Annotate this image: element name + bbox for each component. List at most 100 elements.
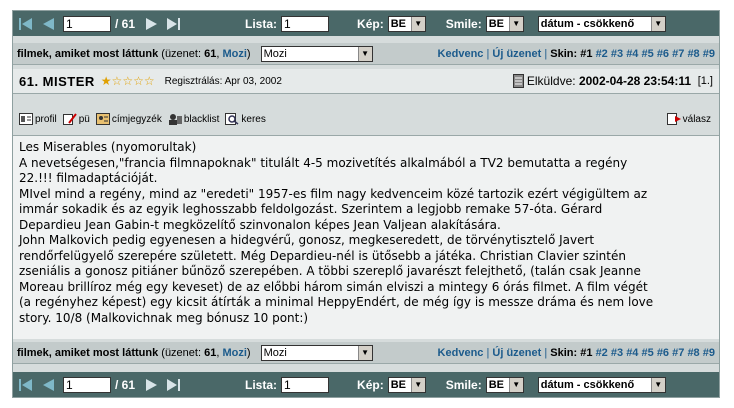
last-page-icon[interactable] (165, 377, 183, 393)
skin-link-3[interactable]: #3 (611, 48, 623, 60)
rating-stars: ★☆☆☆☆ (100, 74, 155, 88)
chevron-down-icon: ▼ (357, 46, 372, 61)
profile-button[interactable]: profil (19, 113, 57, 125)
post-toolbar: profil pü címjegyzék blacklist keres vál… (13, 111, 719, 127)
post-line: rendőrfelügyelő szerepére született. Még… (19, 248, 626, 263)
chevron-down-icon: ▼ (650, 16, 665, 31)
reply-icon (666, 113, 681, 125)
bottom-nav-bar: / 61 Lista: Kép: BE▼ Smile: BE▼ dátum - … (13, 372, 719, 397)
skin-link-4[interactable]: #4 (626, 48, 638, 60)
chevron-down-icon: ▼ (410, 377, 425, 392)
new-message-link[interactable]: Új üzenet (492, 48, 541, 60)
smile-select[interactable]: BE ▼ (485, 15, 524, 32)
post-line: immár sokadik és az egyik leghosszabb fe… (19, 202, 603, 216)
mozi-link[interactable]: Mozi (222, 347, 246, 359)
skin-link-6[interactable]: #6 (657, 48, 669, 60)
post-line: Les Miserables (nyomorultak) (19, 140, 197, 154)
skin-label: Skin: (550, 346, 578, 359)
kep-label: Kép: (357, 16, 384, 31)
skin-link-8[interactable]: #8 (687, 48, 699, 60)
address-book-button[interactable]: címjegyzék (95, 113, 162, 125)
lista-input[interactable] (281, 376, 330, 393)
kep-select[interactable]: BE ▼ (387, 15, 426, 32)
page-number-input[interactable] (63, 15, 111, 32)
category-select[interactable]: Mozi ▼ (260, 344, 373, 361)
chevron-down-icon: ▼ (650, 377, 665, 392)
skin-link-2[interactable]: #2 (596, 48, 608, 60)
skin-link-8[interactable]: #8 (687, 347, 699, 359)
topic-links: Kedvenc | Új üzenet | Skin: #1 #2 #3 #4 … (437, 47, 715, 60)
skin-link-9[interactable]: #9 (703, 48, 715, 60)
lista-input[interactable] (281, 15, 330, 32)
skin-link-9[interactable]: #9 (703, 347, 715, 359)
skin-label: Skin: (550, 47, 578, 60)
post-line: story. 10/8 (Malkovichnak meg bónusz 10 … (19, 310, 309, 325)
post-body: Les Miserables (nyomorultak) A nevetsége… (13, 135, 719, 339)
kedvenc-link[interactable]: Kedvenc (438, 347, 484, 359)
post-line: Depardieu Jean Gabin-t megközelítő szinv… (19, 217, 501, 232)
post-line: (a regényhez képest) egy kicsit átírták … (19, 295, 654, 309)
topic-title: filmek, amiket most láttunk (üzenet: 61,… (17, 47, 251, 60)
skin-link-5[interactable]: #5 (642, 48, 654, 60)
kedvenc-link[interactable]: Kedvenc (438, 48, 484, 60)
next-page-icon[interactable] (143, 377, 161, 393)
forum-frame: / 61 Lista: Kép: BE▼ Smile: BE▼ dátum - … (12, 10, 720, 398)
sort-select[interactable]: dátum - csökkenő ▼ (537, 15, 666, 32)
top-nav-bar: / 61 Lista: Kép: BE▼ Smile: BE▼ dátum - … (13, 11, 719, 36)
skin-link-7[interactable]: #7 (672, 347, 684, 359)
skin-link-7[interactable]: #7 (672, 48, 684, 60)
page-number-input[interactable] (63, 376, 111, 393)
sort-select[interactable]: dátum - csökkenő ▼ (537, 376, 666, 393)
skin-link-1[interactable]: #1 (580, 347, 592, 359)
lista-label: Lista: (245, 377, 278, 392)
smile-label: Smile: (445, 377, 482, 392)
skin-link-4[interactable]: #4 (626, 347, 638, 359)
new-message-link[interactable]: Új üzenet (492, 347, 541, 359)
skin-link-3[interactable]: #3 (611, 347, 623, 359)
post-header: 61. MISTER ★☆☆☆☆ Regisztrálás: Apr 03, 2… (13, 69, 719, 94)
first-page-icon[interactable] (17, 377, 35, 393)
search-button[interactable]: keres (225, 113, 266, 125)
address-book-icon (95, 113, 110, 125)
prev-page-icon[interactable] (39, 16, 57, 32)
skin-link-1[interactable]: #1 (580, 48, 592, 60)
pencil-icon (62, 113, 77, 125)
topic-links: Kedvenc | Új üzenet | Skin: #1 #2 #3 #4 … (437, 346, 715, 359)
post-line: A nevetségesen,"francia filmnapoknak" ti… (19, 155, 628, 170)
next-page-icon[interactable] (143, 16, 161, 32)
reply-button[interactable]: válasz (666, 113, 711, 125)
skin-link-6[interactable]: #6 (657, 347, 669, 359)
post-author[interactable]: 61. MISTER (19, 74, 95, 89)
blacklist-icon (168, 113, 182, 125)
skin-link-2[interactable]: #2 (596, 347, 608, 359)
first-page-icon[interactable] (17, 16, 35, 32)
post-line: 22.!!! filmadaptációját. (19, 171, 158, 185)
last-page-icon[interactable] (165, 16, 183, 32)
chevron-down-icon: ▼ (410, 16, 425, 31)
category-select[interactable]: Mozi ▼ (260, 45, 373, 62)
sent-info: Elküldve: 2002-04-28 23:54:11 [1.] (512, 74, 713, 88)
registration-date: Regisztrálás: Apr 03, 2002 (164, 75, 282, 87)
page-total: / 61 (115, 16, 136, 31)
private-message-button[interactable]: pü (62, 113, 90, 125)
page-total: / 61 (115, 377, 136, 392)
kep-select[interactable]: BE ▼ (387, 376, 426, 393)
mozi-link[interactable]: Mozi (222, 48, 246, 60)
document-icon (512, 74, 524, 88)
profile-icon (19, 113, 33, 125)
smile-label: Smile: (445, 16, 482, 31)
post-line: zseniális a gonosz pitiáner bűnöző szere… (19, 264, 641, 278)
chevron-down-icon: ▼ (508, 377, 523, 392)
post-index: [1.] (697, 75, 713, 87)
post-line: MIvel mind a regény, mind az "eredeti" 1… (19, 186, 648, 201)
blacklist-button[interactable]: blacklist (168, 113, 219, 125)
topic-bar-bottom: filmek, amiket most láttunk (üzenet: 61,… (13, 342, 719, 364)
kep-label: Kép: (357, 377, 384, 392)
prev-page-icon[interactable] (39, 377, 57, 393)
skin-link-5[interactable]: #5 (642, 347, 654, 359)
sent-date: 2002-04-28 23:54:11 (578, 74, 692, 88)
chevron-down-icon: ▼ (357, 345, 372, 360)
smile-select[interactable]: BE ▼ (485, 376, 524, 393)
chevron-down-icon: ▼ (508, 16, 523, 31)
topic-bar-top: filmek, amiket most láttunk (üzenet: 61,… (13, 43, 719, 65)
